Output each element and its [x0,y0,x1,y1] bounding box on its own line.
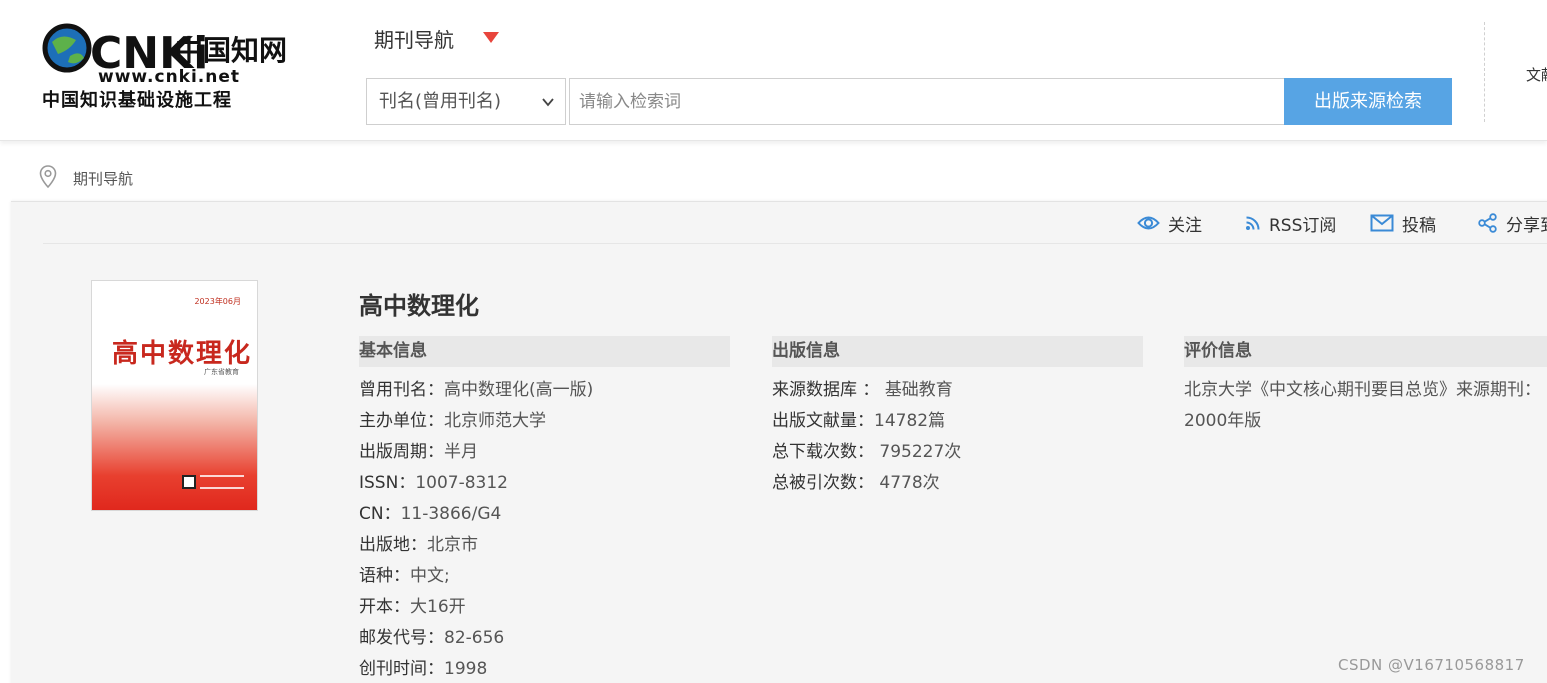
search-field-selected: 刊名(曾用刊名) [379,91,502,112]
info-key: 总被引次数： [772,473,880,493]
publish-info-heading-text: 出版信息 [772,341,840,361]
publish-info-row: 总被引次数： 4778次 [772,471,940,495]
envelope-icon [1370,214,1394,232]
publish-info-row: 来源数据库 ： 基础教育 [772,378,953,402]
eye-icon [1137,216,1160,230]
basic-info-heading: 基本信息 [359,336,730,367]
basic-info-row: ISSN：1007-8312 [359,471,508,495]
info-value: 1007-8312 [415,473,508,493]
evaluation-info-line: 北京大学《中文核心期刊要目总览》来源期刊： [1184,380,1541,400]
location-pin-icon [39,165,57,189]
cover-publisher: 广东省教育 [204,368,239,376]
submit-manuscript-button[interactable]: 投稿 [1370,211,1436,236]
info-key: 曾用刊名： [359,380,444,400]
watermark: CSDN @V16710568817 [1338,656,1525,674]
submit-label: 投稿 [1402,215,1436,236]
info-value: 11-3866/G4 [400,504,502,524]
info-value: 1998 [444,659,488,679]
basic-info-row: 创刊时间：1998 [359,657,487,681]
info-value: 北京市 [427,535,478,555]
info-key: 来源数据库 ： [772,380,885,400]
basic-info-row: 出版地：北京市 [359,533,478,557]
cover-text-lines [200,475,244,489]
chevron-down-icon [541,80,555,144]
info-value: 大16开 [410,597,466,617]
header-divider [1484,22,1485,122]
info-key: ISSN： [359,473,416,493]
journal-nav-title[interactable]: 期刊导航 [374,24,454,53]
basic-info-row: 语种：中文; [359,564,450,588]
cover-title: 高中数理化 [112,339,253,369]
info-value: 高中数理化(高一版) [444,380,594,400]
rss-icon [1246,216,1260,230]
info-key: 出版地： [359,535,427,555]
logo-brand-cn: 中国知网 [175,34,287,67]
publish-info-heading: 出版信息 [772,336,1143,367]
info-key: 创刊时间： [359,659,444,679]
share-label: 分享到 [1506,215,1547,236]
basic-info-heading-text: 基本信息 [359,341,427,361]
evaluation-info-line: 2000年版 [1184,411,1262,431]
info-value: 半月 [444,442,478,462]
info-value: 基础教育 [884,380,953,400]
info-key: 邮发代号： [359,628,444,648]
publish-info-row: 出版文献量：14782篇 [772,409,945,433]
info-key: 开本： [359,597,410,617]
basic-info-row: 开本：大16开 [359,595,466,619]
info-value: 中文; [410,566,450,586]
info-value: 795227次 [879,442,962,462]
info-value: 82-656 [444,628,505,648]
share-button[interactable]: 分享到 [1478,211,1547,236]
search-input[interactable] [569,78,1284,125]
basic-info-row: CN：11-3866/G4 [359,502,501,526]
basic-info-row: 主办单位：北京师范大学 [359,409,546,433]
toolbar-divider [43,243,1547,244]
share-icon [1478,213,1497,233]
info-key: 出版文献量： [772,411,874,431]
rss-button[interactable]: RSS订阅 [1245,211,1337,236]
cover-issue-date: 2023年06月 [194,297,241,306]
info-value: 4778次 [879,473,940,493]
qr-code-icon [182,475,196,489]
basic-info-row: 邮发代号：82-656 [359,626,504,650]
publish-info-row: 总下载次数： 795227次 [772,440,961,464]
basic-info-row: 出版周期：半月 [359,440,478,464]
info-value: 14782篇 [874,411,946,431]
evaluation-info-heading-text: 评价信息 [1184,341,1252,361]
cnki-logo[interactable]: CNKi 中国知网 www.cnki.net 中国知识基础设施工程 [40,20,300,115]
top-header: CNKi 中国知网 www.cnki.net 中国知识基础设施工程 期刊导航 刊… [0,0,1547,141]
logo-tagline: 中国知识基础设施工程 [42,89,232,111]
nav-dropdown-arrow-icon[interactable] [483,32,499,43]
info-key: 出版周期： [359,442,444,462]
basic-info-row: 曾用刊名：高中数理化(高一版) [359,378,593,402]
breadcrumb[interactable]: 期刊导航 [73,168,133,189]
follow-button[interactable]: 关注 [1137,211,1202,236]
source-search-button[interactable]: 出版来源检索 [1284,78,1452,125]
evaluation-info-heading: 评价信息 [1184,336,1547,367]
info-key: CN： [359,504,401,524]
info-key: 总下载次数： [772,442,880,462]
journal-cover-image: 2023年06月 高中数理化 广东省教育 [91,280,258,511]
search-field-select[interactable]: 刊名(曾用刊名) [366,78,566,125]
logo-url: www.cnki.net [98,67,240,87]
info-value: 北京师范大学 [444,411,546,431]
rss-label: RSS订阅 [1269,215,1337,236]
header-extra-link[interactable]: 文献 [1526,64,1547,85]
journal-title: 高中数理化 [359,292,479,320]
info-key: 主办单位： [359,411,444,431]
info-key: 语种： [359,566,410,586]
follow-label: 关注 [1168,215,1202,236]
